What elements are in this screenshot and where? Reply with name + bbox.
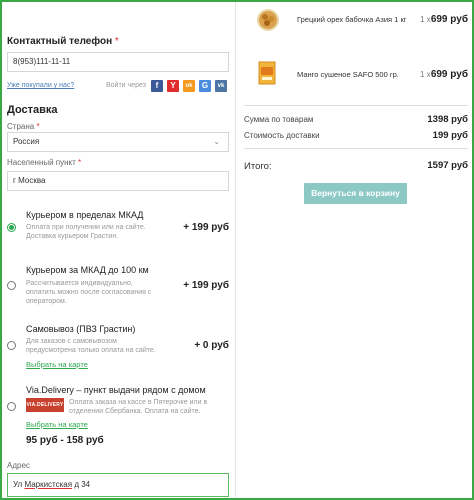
already-bought-link[interactable]: Уже покупали у нас? — [7, 82, 74, 89]
summary-divider-1 — [244, 105, 468, 106]
delivery-option-desc-1: Оплата при получении или на сайте. Доста… — [26, 224, 146, 240]
select-on-map-link-4[interactable]: Выбрать на карте — [26, 420, 88, 429]
yandex-icon[interactable]: Y — [167, 80, 179, 92]
delivery-option-price-3: + 0 руб — [194, 340, 229, 351]
delivery-option-price-2: + 199 руб — [183, 280, 229, 291]
total-label: Итого: — [244, 161, 272, 172]
delivery-option-desc-3: Для заказов с самовывозом предусмотрена … — [26, 338, 156, 354]
mango-package-icon — [258, 61, 276, 85]
total-value: 1597 руб — [427, 160, 468, 171]
delivery-option-radio-1[interactable] — [7, 223, 16, 232]
walnut-icon — [257, 9, 279, 31]
address-label: Адрес — [7, 461, 30, 470]
cart-item-price-2: 699 руб — [430, 69, 468, 80]
column-divider — [235, 0, 236, 500]
cart-item-qty-1: 1 x — [420, 15, 431, 24]
subtotal-value: 1398 руб — [427, 114, 468, 125]
cart-item-qty-2: 1 x — [420, 70, 431, 79]
shipping-label: Стоимость доставки — [244, 131, 320, 140]
delivery-option-title-4: Via.Delivery – пункт выдачи рядом с домо… — [26, 385, 206, 395]
login-via-label: Войти через — [106, 82, 146, 89]
delivery-option-price-4: 95 руб - 158 руб — [26, 435, 104, 446]
country-label: Страна * — [7, 122, 40, 131]
via-delivery-logo: VIA.DELIVERY — [26, 398, 64, 412]
vk-icon[interactable]: vk — [215, 80, 227, 92]
odnoklassniki-icon[interactable]: ok — [183, 80, 195, 92]
country-select[interactable]: Россия ⌄ — [7, 132, 229, 152]
cart-item-name-2: Манго сушеное SAFO 500 гр. — [297, 70, 399, 79]
delivery-option-radio-2[interactable] — [7, 281, 16, 290]
delivery-option-radio-3[interactable] — [7, 341, 16, 350]
delivery-option-title-3: Самовывоз (ПВЗ Грастин) — [26, 324, 136, 334]
cart-item-name-1: Грецкий орех бабочка Азия 1 кг — [297, 15, 407, 24]
checkout-form: Контактный телефон * 8(953)111-11-11 Уже… — [7, 0, 233, 500]
delivery-option-desc-2: Рассчитывается индивидуально, оплатить м… — [26, 280, 152, 305]
delivery-option-desc-4: Оплата заказа на кассе в Пятерочке или в… — [69, 399, 208, 415]
phone-input[interactable]: 8(953)111-11-11 — [7, 52, 229, 72]
select-on-map-link-3[interactable]: Выбрать на карте — [26, 360, 88, 369]
delivery-option-radio-4[interactable] — [7, 402, 16, 411]
delivery-option-title-1: Курьером в пределах МКАД — [26, 210, 144, 220]
facebook-icon[interactable]: f — [151, 80, 163, 92]
city-input[interactable]: г Москва — [7, 171, 229, 191]
delivery-title: Доставка — [7, 104, 58, 116]
summary-divider-2 — [244, 148, 468, 149]
cart-item-price-1: 699 руб — [430, 14, 468, 25]
delivery-option-title-2: Курьером за МКАД до 100 км — [26, 265, 149, 275]
google-icon[interactable]: G — [199, 80, 211, 92]
address-input[interactable]: Ул Маркистская д 34 — [7, 473, 229, 497]
subtotal-label: Сумма по товарам — [244, 115, 314, 124]
shipping-value: 199 руб — [432, 130, 468, 141]
chevron-down-icon: ⌄ — [213, 137, 220, 146]
phone-label: Контактный телефон * — [7, 36, 119, 47]
order-summary: Грецкий орех бабочка Азия 1 кг 1 x 699 р… — [244, 0, 468, 500]
delivery-option-price-1: + 199 руб — [183, 222, 229, 233]
city-label: Населенный пункт * — [7, 158, 82, 167]
back-to-cart-button[interactable]: Вернуться в корзину — [304, 183, 407, 204]
